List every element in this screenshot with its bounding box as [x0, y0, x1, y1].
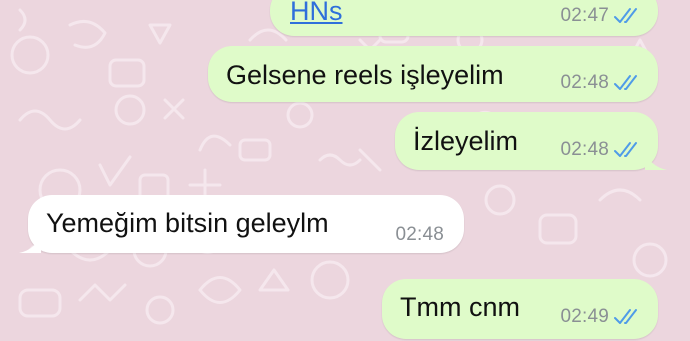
- incoming-message-bubble[interactable]: Yemeğim bitsin geleylm 02:48: [19, 195, 464, 253]
- double-check-read-icon: [614, 142, 637, 157]
- message-time: 02:48: [560, 72, 609, 93]
- message-meta: 02:48: [395, 225, 444, 245]
- message-meta: 02:48: [560, 73, 642, 93]
- outgoing-message-bubble[interactable]: HNs 02:47: [270, 0, 658, 36]
- outgoing-message-bubble[interactable]: Gelsene reels işleyelim 02:48: [208, 46, 658, 102]
- outgoing-message-bubble[interactable]: İzleyelim 02:48: [395, 112, 667, 170]
- message-time: 02:47: [560, 5, 609, 26]
- message-time: 02:48: [560, 139, 609, 160]
- message-time: 02:49: [560, 306, 609, 327]
- bubble-tail: [19, 233, 41, 253]
- double-check-read-icon: [614, 309, 637, 324]
- message-list: HNs 02:47 Gelsene reels işleyelim 02:48 …: [0, 0, 690, 341]
- message-meta: 02:49: [560, 307, 642, 327]
- message-meta: 02:47: [560, 6, 642, 26]
- bubble-tail: [645, 150, 667, 170]
- message-time: 02:48: [395, 224, 444, 245]
- double-check-read-icon: [614, 8, 637, 23]
- message-text: Tmm cnm: [400, 292, 520, 322]
- message-text: İzleyelim: [413, 126, 519, 156]
- message-text: Gelsene reels işleyelim: [226, 60, 504, 90]
- message-text: Yemeğim bitsin geleylm: [46, 208, 329, 238]
- message-meta: 02:48: [560, 140, 642, 160]
- outgoing-message-bubble[interactable]: Tmm cnm 02:49: [382, 279, 658, 339]
- double-check-read-icon: [614, 75, 637, 90]
- message-link[interactable]: HNs: [290, 0, 343, 27]
